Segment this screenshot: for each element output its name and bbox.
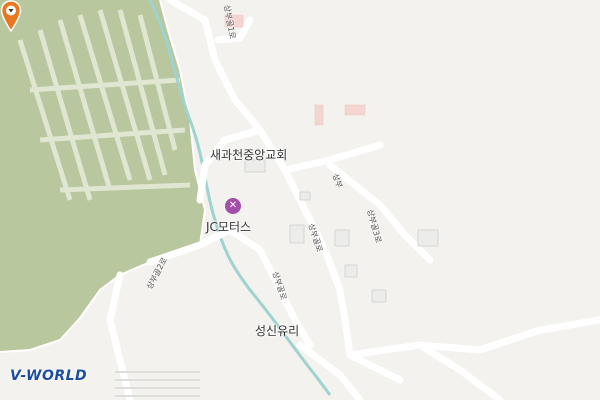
map-pin-icon[interactable] — [0, 0, 22, 32]
map-canvas[interactable]: 새과천중앙교회 ✕ JC모터스 성신유리 상부골1로 상부 상부골3로 상부골로… — [0, 0, 600, 400]
vworld-logo[interactable]: V-WORLD — [10, 368, 87, 384]
map-base-layer — [0, 0, 600, 400]
wrench-screwdriver-icon[interactable]: ✕ — [225, 198, 241, 214]
poi-label-motors[interactable]: JC모터스 — [206, 218, 251, 235]
poi-label-glass[interactable]: 성신유리 — [255, 322, 299, 339]
poi-label-church[interactable]: 새과천중앙교회 — [210, 146, 287, 163]
